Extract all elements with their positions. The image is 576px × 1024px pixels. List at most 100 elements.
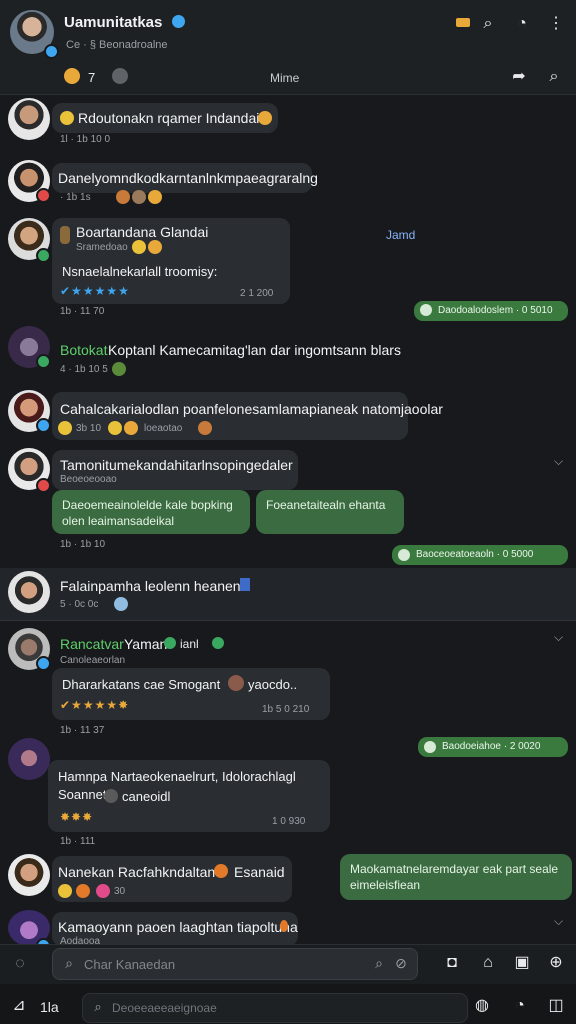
highlighted-row xyxy=(0,568,576,621)
camera-icon[interactable]: ▣ xyxy=(512,953,532,973)
online-icon xyxy=(212,637,224,649)
message-extra: ianl xyxy=(180,637,199,651)
bottom-placeholder: Deoeeaeeaeignoae xyxy=(112,1001,217,1015)
message-meta: 30 xyxy=(114,886,126,897)
message-meta: 4 · 1b 10 5 xyxy=(60,364,108,375)
message-text: Cahalcakarialodlan poanfelonesamlamapian… xyxy=(60,401,443,417)
share-icon[interactable]: ➦ xyxy=(508,67,530,87)
emoji-icon xyxy=(258,111,272,125)
message-text: Hamnpa Nartaeokenaelrurt, Idolorachlagl … xyxy=(58,769,296,802)
reaction-icon[interactable] xyxy=(112,68,128,84)
emoji-icon xyxy=(112,362,126,376)
reply-text: Daeoemeainolelde kale bopking olen leaim… xyxy=(62,498,233,528)
message-sender: Botokat xyxy=(60,342,108,358)
chat-icon[interactable]: ◔ xyxy=(512,14,532,34)
emoji-icon xyxy=(148,240,162,254)
file-icon xyxy=(424,741,436,753)
coin-icon[interactable] xyxy=(64,68,80,84)
emoji-icon xyxy=(60,111,74,125)
emoji-icon xyxy=(114,597,128,611)
message-text: Rdoutonakn rqamer Indandai xyxy=(78,110,260,126)
emoji-icon xyxy=(124,421,138,435)
verified-icon xyxy=(172,15,185,28)
emoji-icon xyxy=(76,884,90,898)
menu-icon[interactable]: ◫ xyxy=(546,996,566,1016)
check-icon xyxy=(164,637,176,649)
composer-placeholder: Char Kanaedan xyxy=(84,957,176,972)
status-badge xyxy=(36,478,51,493)
side-label: Jamd xyxy=(386,228,416,242)
message-text-2: caneoidl xyxy=(122,789,171,804)
search-messages-icon[interactable]: ⌕ xyxy=(544,67,564,87)
message-text: Kamaoyann paoen laaghtan tiapoltuna xyxy=(58,919,298,935)
message-body: Nsnaelalnekarlall troomisy: xyxy=(62,264,218,279)
reaction-icon[interactable]: ◘ xyxy=(442,953,462,973)
emoji-icon xyxy=(58,884,72,898)
channel-title: Uamunitatkas xyxy=(64,14,163,31)
message-meta: 3b 10 xyxy=(76,423,102,434)
reaction-emojis: ✸✸✸ xyxy=(60,810,94,824)
file-icon xyxy=(420,304,432,316)
chevron-down-icon[interactable]: ⌵ xyxy=(554,914,563,929)
emoji-icon xyxy=(60,226,70,244)
compose-icon[interactable]: ◍ xyxy=(472,996,492,1016)
message-body-2: yaocdo.. xyxy=(248,677,298,692)
emoji-icon xyxy=(96,884,110,898)
status-badge xyxy=(36,418,51,433)
message-sender-2: Yaman xyxy=(124,636,168,652)
message-meta-2: loeaotao xyxy=(144,423,183,434)
avatar[interactable] xyxy=(8,98,50,140)
message-body: Dhararkatans cae Smogant xyxy=(62,677,221,692)
message-meta: 1b · 11 37 xyxy=(60,725,105,736)
emoji-icon xyxy=(214,864,228,878)
message-time: 1 0 930 xyxy=(272,816,306,827)
emoji-picker-icon[interactable]: ◌ xyxy=(10,954,30,974)
message-subtitle: Sramedoao xyxy=(76,242,128,253)
message-time: 1b 5 0 210 xyxy=(262,704,310,715)
message-meta: 1b · 111 xyxy=(60,836,96,847)
avatar-mini-icon xyxy=(228,675,244,691)
search-in-chat-icon[interactable]: ⌕ xyxy=(370,953,388,973)
message-meta: · 1b 1s xyxy=(60,192,91,203)
status-badge xyxy=(36,354,51,369)
emoji-icon xyxy=(104,789,118,803)
pill-label: Baodoeiahoe · 2 0020 xyxy=(442,741,541,752)
rating-stars: ✔★★★★★ xyxy=(60,284,130,298)
outgoing-text: Maokamatnelaremdayar eak part seale eime… xyxy=(350,862,559,892)
pill-label: Daodoalodoslem · 0 5010 xyxy=(438,305,553,316)
pin-icon[interactable] xyxy=(456,18,470,27)
message-sender: Rancatvar xyxy=(60,636,124,652)
emoji-icon xyxy=(198,421,212,435)
emoji-icon[interactable]: ◔ xyxy=(510,996,530,1016)
send-icon[interactable]: ⊿ xyxy=(8,996,30,1016)
message-subtitle: Canoleaeorlan xyxy=(60,655,126,666)
avatar[interactable] xyxy=(8,571,50,613)
emoji-icon xyxy=(280,920,288,932)
add-icon[interactable]: ⊕ xyxy=(546,953,566,973)
pill-label: Baoceoeatoeaoln · 0 5000 xyxy=(416,549,534,560)
avatar[interactable] xyxy=(8,738,50,780)
attach-icon[interactable]: ⊘ xyxy=(392,953,410,973)
status-badge xyxy=(36,188,51,203)
message-subtitle: Beoeoeooao xyxy=(60,474,117,485)
bookmark-icon xyxy=(240,578,250,591)
status-badge xyxy=(36,656,51,671)
chevron-down-icon[interactable]: ⌵ xyxy=(554,454,563,469)
rating-stars: ✔★★★★✸ xyxy=(60,698,130,712)
more-icon[interactable]: ⋮ xyxy=(546,14,566,34)
emoji-icon xyxy=(58,421,72,435)
emoji-icon xyxy=(132,190,146,204)
avatar[interactable] xyxy=(8,854,50,896)
message-text: Danelyomndkodkarntanlnkmpaeagraralng xyxy=(58,170,318,186)
search-icon[interactable]: ⌕ xyxy=(478,14,498,34)
gift-icon[interactable]: ⌂ xyxy=(478,953,498,973)
verified-badge-icon xyxy=(44,44,59,59)
message-meta: 5 · 0c 0c xyxy=(60,599,99,610)
bottom-label: 1la xyxy=(40,999,59,1015)
chevron-down-icon[interactable]: ⌵ xyxy=(554,630,563,645)
message-text: Koptanl Kamecamitag'lan dar ingomtsann b… xyxy=(108,342,401,358)
message-text: Nanekan Racfahkndaltan xyxy=(58,864,216,880)
emoji-icon xyxy=(132,240,146,254)
message-text: Tamonitumekandahitarlnsopingedaler xyxy=(60,457,293,473)
status-badge xyxy=(36,248,51,263)
